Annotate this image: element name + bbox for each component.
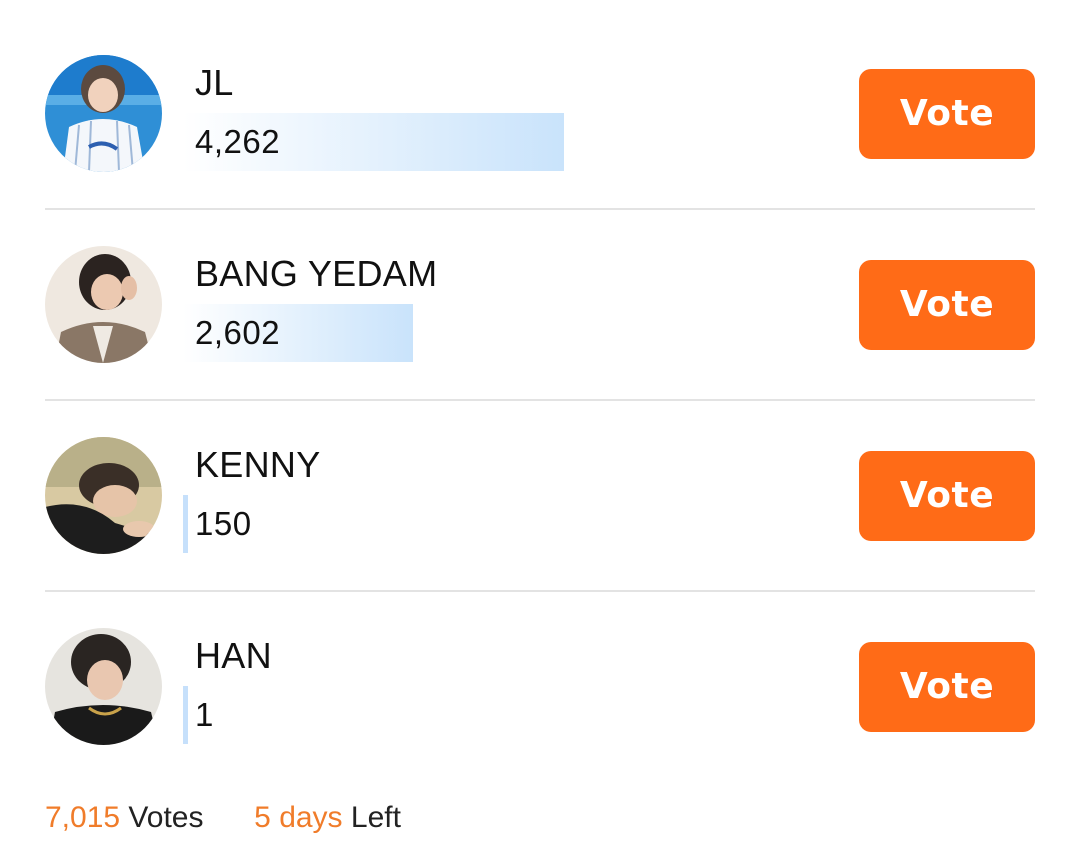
candidate-name: HAN	[195, 635, 272, 676]
vote-progress-bar	[183, 495, 188, 553]
candidate-row: BANG YEDAM 2,602 Vote	[45, 246, 1035, 366]
vote-button[interactable]: Vote	[859, 69, 1035, 159]
days-remaining: 5 days	[254, 801, 343, 834]
vote-count: 1	[195, 696, 214, 733]
avatar	[45, 55, 162, 172]
divider	[45, 590, 1035, 592]
avatar	[45, 246, 162, 363]
vote-button[interactable]: Vote	[859, 260, 1035, 350]
divider	[45, 399, 1035, 401]
candidate-row: JL 4,262 Vote	[45, 55, 1035, 175]
vote-button[interactable]: Vote	[859, 642, 1035, 732]
avatar	[45, 437, 162, 554]
candidate-row: HAN 1 Vote	[45, 628, 1035, 748]
votes-label: Votes	[128, 801, 204, 834]
candidate-row: KENNY 150 Vote	[45, 437, 1035, 557]
candidate-name: KENNY	[195, 444, 321, 485]
vote-progress-bar	[183, 686, 188, 744]
avatar	[45, 628, 162, 745]
vote-count: 150	[195, 505, 252, 542]
vote-count: 4,262	[195, 123, 281, 160]
vote-count: 2,602	[195, 314, 281, 351]
vote-button[interactable]: Vote	[859, 451, 1035, 541]
divider	[45, 208, 1035, 210]
total-votes-count: 7,015	[45, 801, 121, 834]
candidate-name: BANG YEDAM	[195, 253, 438, 294]
poll-summary: 7,015 Votes 5 days Left	[45, 800, 401, 836]
candidate-name: JL	[195, 62, 234, 103]
left-label: Left	[350, 801, 401, 834]
